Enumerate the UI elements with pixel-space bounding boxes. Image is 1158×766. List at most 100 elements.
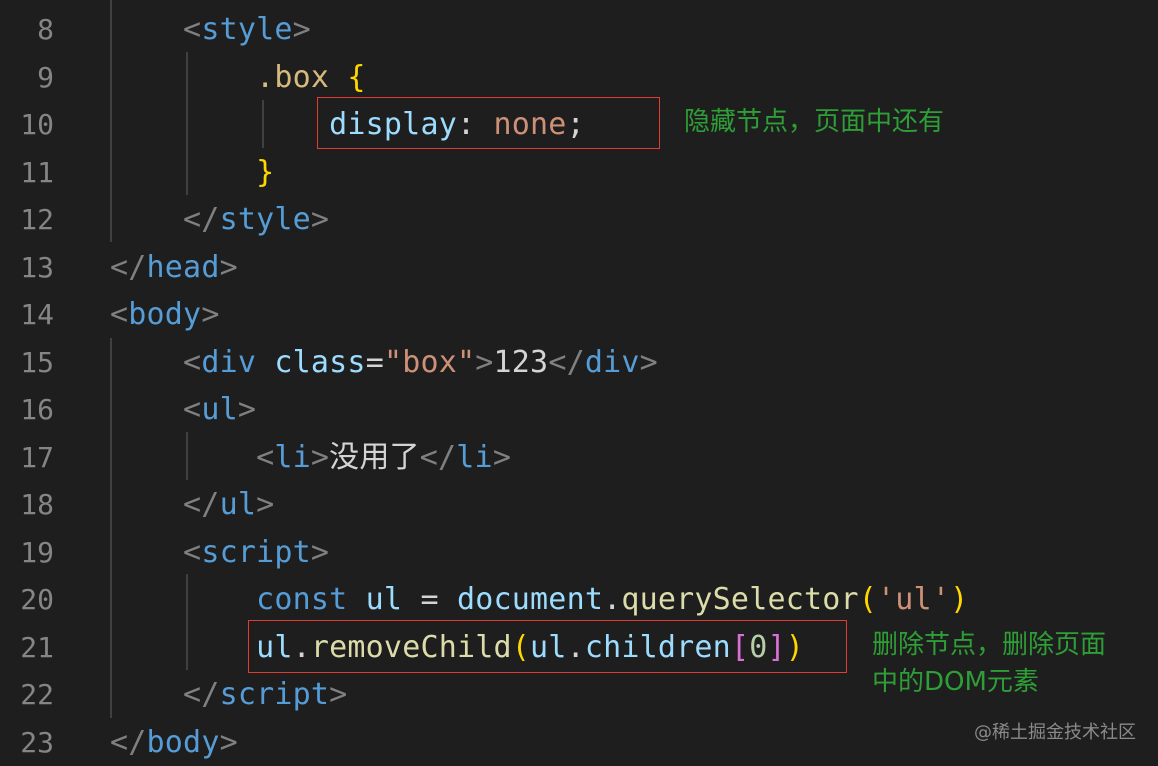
code-line[interactable]: 12 </style>: [0, 196, 1158, 243]
code-text: <script>: [110, 529, 329, 576]
indent-guide: [186, 432, 188, 480]
highlight-box-remove-child: [248, 620, 847, 673]
code-token: >: [256, 487, 275, 522]
code-line[interactable]: 8 <style>: [0, 6, 1158, 53]
code-token: </: [419, 439, 457, 475]
line-number: 16: [20, 393, 54, 426]
code-line[interactable]: 20 const ul = document.querySelector('ul…: [0, 576, 1158, 623]
line-number: 13: [20, 250, 54, 284]
code-token: 123: [493, 344, 549, 380]
code-token: </: [110, 249, 147, 285]
code-token: >: [310, 202, 330, 237]
code-token: >: [219, 249, 238, 285]
code-text: }: [110, 149, 274, 196]
code-token: <: [183, 534, 202, 570]
indent-guide: [186, 574, 188, 670]
code-token: >: [201, 297, 220, 332]
code-text: </style>: [110, 196, 329, 243]
code-token: 没用了: [329, 439, 420, 475]
code-text: <style>: [110, 6, 311, 53]
indent-guide: [110, 0, 112, 242]
code-token: >: [310, 439, 330, 475]
code-token: =: [402, 582, 457, 617]
code-line[interactable]: 13 </head>: [0, 244, 1158, 291]
code-line[interactable]: 16 <ul>: [0, 386, 1158, 433]
code-token: >: [475, 344, 494, 380]
code-token: </: [183, 677, 220, 712]
line-number: 8: [37, 13, 54, 46]
code-token: li: [274, 439, 311, 475]
code-text: <ul>: [110, 386, 256, 433]
line-number: 17: [20, 440, 54, 474]
code-token: script: [219, 677, 330, 712]
code-text: <body>: [110, 291, 220, 338]
code-line[interactable]: 11 }: [0, 149, 1158, 196]
code-line[interactable]: 19 <script>: [0, 529, 1158, 576]
code-text: </head>: [110, 244, 238, 291]
code-token: <: [183, 392, 202, 427]
code-token: head: [146, 249, 220, 285]
code-token: (: [858, 582, 878, 617]
line-number: 23: [20, 725, 54, 759]
code-token: li: [456, 439, 493, 475]
code-token: {: [347, 59, 366, 95]
code-token: ul: [219, 487, 257, 522]
line-number: 19: [20, 535, 54, 569]
annotation-remove-node-line2: 中的DOM元素: [872, 667, 1039, 697]
code-token: .box: [256, 59, 330, 95]
code-line[interactable]: 17 <li>没用了</li>: [0, 434, 1158, 481]
code-token: </: [183, 202, 220, 237]
code-token: >: [237, 392, 257, 427]
annotation-remove-node-line1: 删除节点，删除页面: [872, 630, 1107, 660]
code-token: </: [548, 344, 585, 380]
line-number: 12: [20, 203, 54, 236]
line-number: 21: [20, 630, 54, 664]
code-token: >: [219, 724, 238, 760]
code-token: class: [274, 344, 366, 380]
code-token: body: [146, 724, 220, 760]
code-token: querySelector: [621, 582, 859, 617]
code-token: script: [201, 534, 311, 570]
code-token: </: [110, 724, 147, 760]
code-token: <: [183, 344, 202, 380]
code-token: ul: [365, 582, 403, 617]
code-token: >: [492, 439, 512, 475]
code-token: style: [201, 12, 293, 47]
line-number: 18: [20, 488, 54, 521]
code-token: =: [365, 344, 384, 380]
code-token: </: [183, 487, 220, 522]
code-token: document: [457, 582, 604, 617]
code-line[interactable]: 9 .box {: [0, 54, 1158, 101]
code-token: ): [950, 582, 969, 617]
line-number: 22: [20, 678, 54, 711]
watermark: @稀土掘金技术社区: [974, 722, 1136, 743]
code-text: .box {: [110, 54, 366, 101]
code-text: </ul>: [110, 481, 274, 528]
highlight-box-display-none: [317, 97, 660, 149]
code-token: >: [639, 344, 658, 380]
code-editor[interactable]: 8 <style> 9 .box {10 display: none; 11 } 12…: [0, 0, 1158, 764]
code-text: </body>: [110, 719, 238, 766]
line-number: 10: [20, 108, 54, 141]
code-token: style: [219, 202, 311, 237]
code-token: <: [183, 12, 202, 47]
code-line[interactable]: 15 <div class="box">123</div>: [0, 339, 1158, 386]
line-number: 15: [20, 345, 54, 379]
line-number: 20: [20, 583, 54, 616]
code-line[interactable]: 14 <body>: [0, 291, 1158, 338]
code-line[interactable]: 18 </ul>: [0, 481, 1158, 528]
